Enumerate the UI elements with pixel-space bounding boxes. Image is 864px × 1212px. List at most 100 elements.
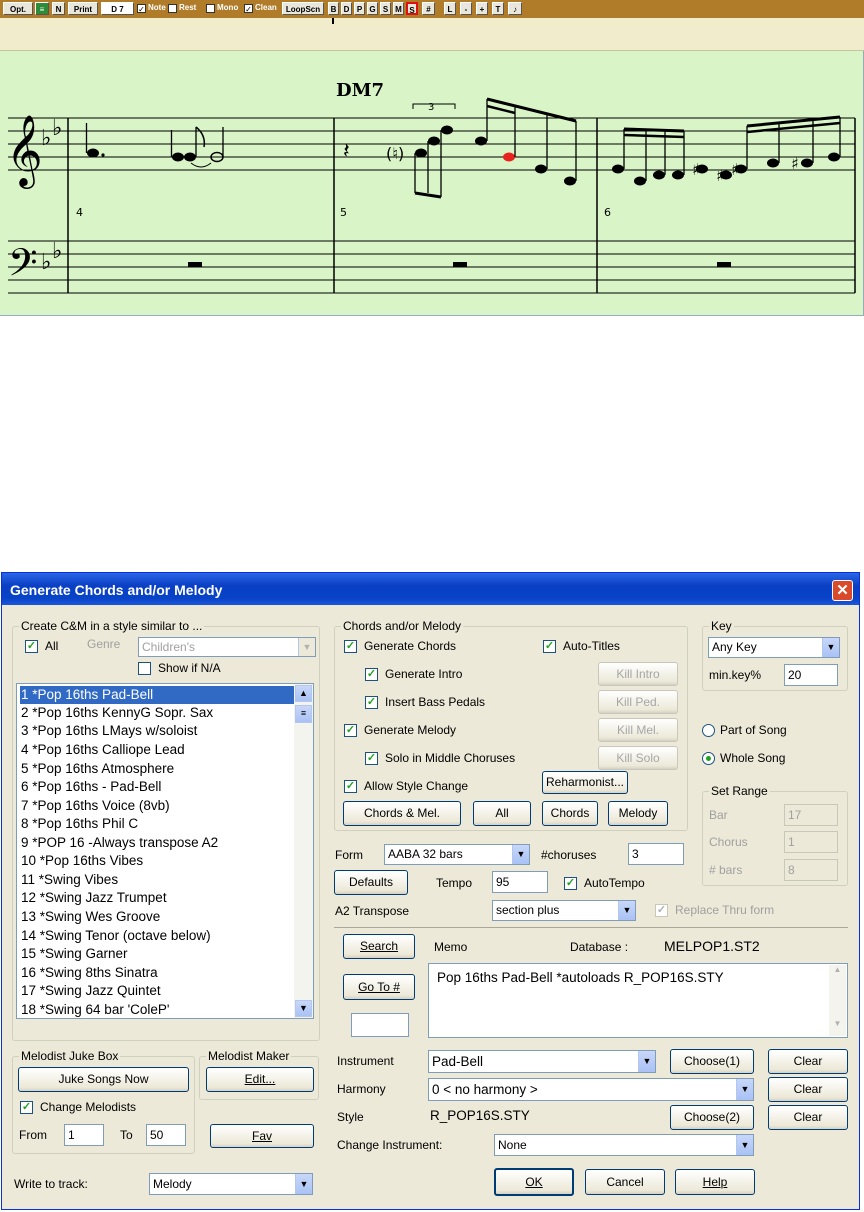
loopscn-button[interactable]: LoopScn [282, 2, 324, 15]
instrument-select[interactable]: Pad-Bell ▼ [428, 1050, 656, 1073]
part-button-d[interactable]: D [341, 2, 352, 15]
list-item[interactable]: 17 *Swing Jazz Quintet [20, 982, 294, 1000]
autotempo-checkbox[interactable]: ✓ [564, 877, 577, 890]
key-select[interactable]: Any Key ▼ [708, 637, 840, 658]
kill-intro-button[interactable]: Kill Intro [598, 662, 678, 686]
generate-melody-checkbox[interactable]: ✓ [344, 724, 357, 737]
rest-checkbox[interactable] [168, 4, 177, 13]
chorus-input[interactable]: 1 [784, 831, 838, 853]
clear-style-button[interactable]: Clear [768, 1105, 848, 1130]
choruses-input[interactable]: 3 [628, 843, 684, 865]
list-item[interactable]: 15 *Swing Garner [20, 945, 294, 963]
cancel-button[interactable]: Cancel [585, 1169, 665, 1195]
kill-mel-button[interactable]: Kill Mel. [598, 718, 678, 742]
list-item[interactable]: 3 *Pop 16ths LMays w/soloist [20, 722, 294, 740]
clear-harmony-button[interactable]: Clear [768, 1077, 848, 1102]
part-button-p[interactable]: P [354, 2, 365, 15]
notation-staff-area[interactable]: 𝄞 𝄢 ♭ ♭ ♭ ♭ 𝄽 (♮) 3 ♯ ♯ ♯ ♯ DM7 4 5 6 [0, 51, 864, 316]
tempo-input[interactable]: 95 [492, 871, 548, 893]
list-item[interactable]: 1 *Pop 16ths Pad-Bell [20, 686, 294, 704]
scroll-up-icon[interactable]: ▲ [295, 685, 312, 702]
part-button-m[interactable]: M [393, 2, 404, 15]
show-na-checkbox[interactable] [138, 662, 151, 675]
part-button-s-active[interactable]: S [406, 2, 418, 15]
a2-transpose-select[interactable]: section plus ▼ [492, 900, 636, 921]
scroll-thumb[interactable]: ≡ [295, 705, 312, 723]
list-item[interactable]: 5 *Pop 16ths Atmosphere [20, 760, 294, 778]
generate-intro-checkbox[interactable]: ✓ [365, 668, 378, 681]
minkey-input[interactable]: 20 [784, 664, 838, 686]
change-instrument-select[interactable]: None ▼ [494, 1134, 754, 1156]
clear-instrument-button[interactable]: Clear [768, 1049, 848, 1074]
all-checkbox[interactable]: ✓ [25, 640, 38, 653]
allow-style-change-checkbox[interactable]: ✓ [344, 780, 357, 793]
scroll-down-icon[interactable]: ▼ [295, 1000, 312, 1017]
whole-song-radio[interactable] [702, 752, 715, 765]
nav-minus-button[interactable]: - [460, 2, 472, 15]
list-item[interactable]: 13 *Swing Wes Groove [20, 908, 294, 926]
edit-button[interactable]: Edit... [206, 1067, 314, 1092]
search-button[interactable]: Search [343, 934, 415, 959]
defaults-button[interactable]: Defaults [334, 870, 408, 895]
time-ruler[interactable] [0, 18, 864, 51]
nav-t-button[interactable]: T [492, 2, 504, 15]
goto-input[interactable] [351, 1013, 409, 1037]
memo-scrollbar[interactable]: ▲ ▼ [829, 965, 846, 1036]
juke-songs-button[interactable]: Juke Songs Now [18, 1067, 189, 1092]
chords-mel-button[interactable]: Chords & Mel. [343, 801, 461, 826]
list-item[interactable]: 7 *Pop 16ths Voice (8vb) [20, 797, 294, 815]
generate-chords-checkbox[interactable]: ✓ [344, 640, 357, 653]
chord-display[interactable]: D 7 [101, 2, 134, 15]
help-button[interactable]: Help [675, 1169, 755, 1195]
part-button-s[interactable]: S [380, 2, 391, 15]
scroll-up-icon[interactable]: ▲ [829, 965, 846, 982]
choose-style-button[interactable]: Choose(2) [670, 1105, 754, 1130]
note-checkbox[interactable]: ✓ [137, 4, 146, 14]
options-button[interactable]: Opt. [3, 2, 33, 15]
bars-input[interactable]: 8 [784, 859, 838, 881]
part-button-g[interactable]: G [367, 2, 378, 15]
list-item[interactable]: 4 *Pop 16ths Calliope Lead [20, 741, 294, 759]
memo-textarea[interactable]: Pop 16ths Pad-Bell *autoloads R_POP16S.S… [428, 963, 848, 1038]
scroll-down-icon[interactable]: ▼ [829, 1019, 846, 1036]
fav-button[interactable]: Fav [210, 1124, 314, 1148]
replace-thru-form-checkbox[interactable]: ✓ [655, 904, 668, 917]
kill-ped-button[interactable]: Kill Ped. [598, 690, 678, 714]
bar-input[interactable]: 17 [784, 804, 838, 826]
melody-button[interactable]: Melody [608, 801, 668, 826]
list-item[interactable]: 2 *Pop 16ths KennyG Sopr. Sax [20, 704, 294, 722]
mono-checkbox[interactable] [206, 4, 215, 13]
sharp-button[interactable]: # [422, 2, 435, 15]
list-scrollbar[interactable]: ▲ ≡ ▼ [294, 684, 313, 1018]
nav-plus-button[interactable]: + [476, 2, 488, 15]
print-button[interactable]: Print [68, 2, 98, 15]
list-item[interactable]: 9 *POP 16 -Always transpose A2 [20, 834, 294, 852]
list-item[interactable]: 14 *Swing Tenor (octave below) [20, 927, 294, 945]
list-item[interactable]: 10 *Pop 16ths Vibes [20, 852, 294, 870]
genre-select[interactable]: Children's ▼ [138, 637, 316, 657]
part-of-song-radio[interactable] [702, 724, 715, 737]
solo-middle-checkbox[interactable]: ✓ [365, 752, 378, 765]
nav-l-button[interactable]: L [444, 2, 456, 15]
speaker-icon[interactable]: ♪ [508, 2, 522, 15]
style-list[interactable]: 1 *Pop 16ths Pad-Bell 2 *Pop 16ths Kenny… [16, 683, 314, 1019]
from-input[interactable]: 1 [64, 1124, 104, 1146]
list-item[interactable]: 8 *Pop 16ths Phil C [20, 815, 294, 833]
write-to-track-select[interactable]: Melody ▼ [149, 1173, 313, 1195]
kill-solo-button[interactable]: Kill Solo [598, 746, 678, 770]
list-item[interactable]: 6 *Pop 16ths - Pad-Bell [20, 778, 294, 796]
form-select[interactable]: AABA 32 bars ▼ [384, 844, 530, 865]
n-button[interactable]: N [52, 2, 65, 15]
list-item[interactable]: 18 *Swing 64 bar 'ColeP' [20, 1001, 294, 1018]
auto-titles-checkbox[interactable]: ✓ [543, 640, 556, 653]
change-melodists-checkbox[interactable]: ✓ [20, 1101, 33, 1114]
ok-button[interactable]: OK [494, 1168, 574, 1196]
staff-view-icon[interactable]: ≡ [35, 2, 49, 15]
chords-button[interactable]: Chords [542, 801, 598, 826]
close-icon[interactable]: ✕ [832, 580, 853, 601]
all-button[interactable]: All [473, 801, 531, 826]
part-button-b[interactable]: B [328, 2, 339, 15]
clean-checkbox[interactable]: ✓ [244, 4, 253, 14]
list-item[interactable]: 11 *Swing Vibes [20, 871, 294, 889]
dialog-titlebar[interactable]: Generate Chords and/or Melody ✕ [2, 573, 859, 605]
